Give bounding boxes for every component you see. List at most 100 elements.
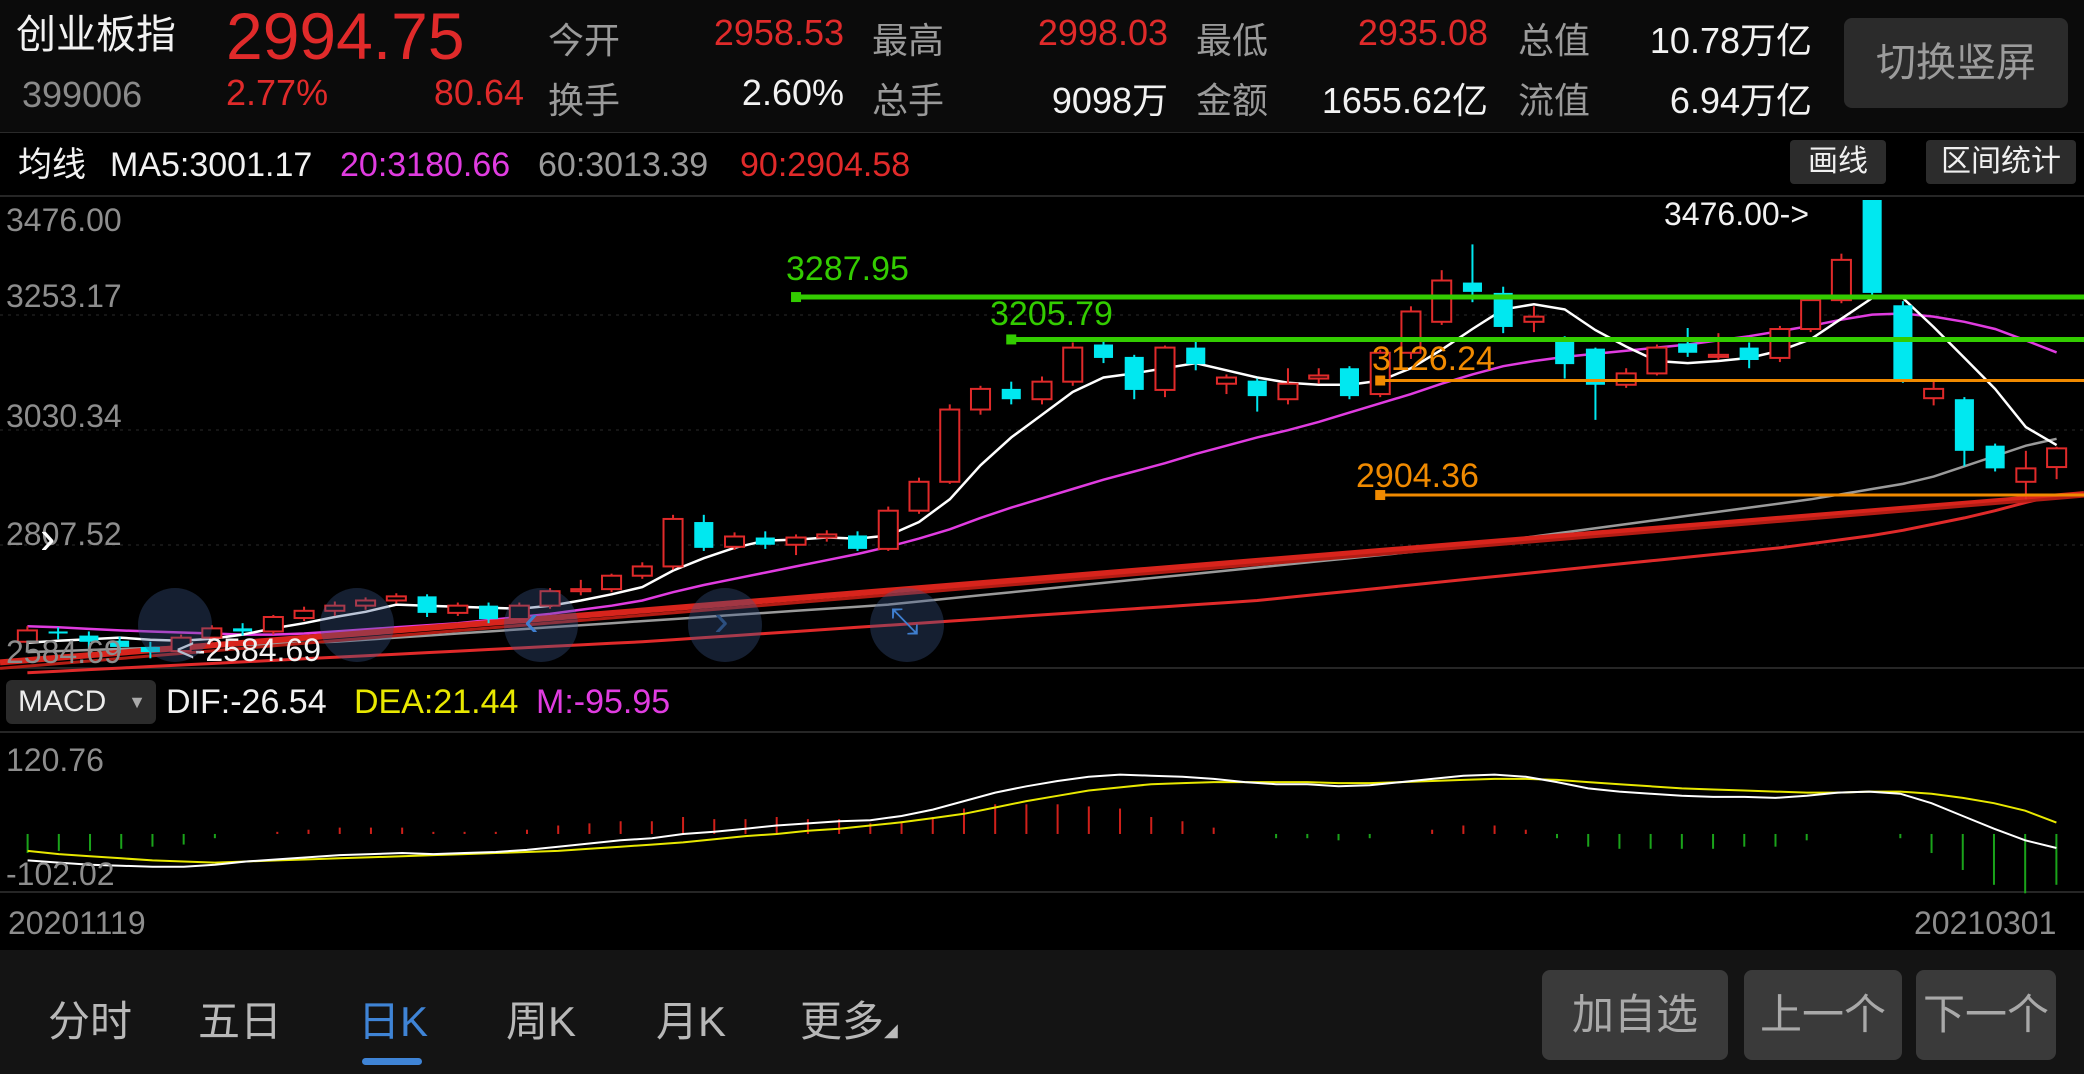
date-start: 20201119 (8, 905, 146, 941)
candle (1923, 379, 1945, 406)
candle-body-down (1985, 445, 2005, 469)
macd-dea-line (27, 777, 2057, 864)
candle-body-up (447, 604, 469, 614)
candle-body-up (1646, 346, 1668, 375)
candle-body-down (1093, 344, 1114, 358)
macd-dif-line (27, 773, 2057, 868)
candle-body-up (877, 509, 899, 550)
candle-body-up (1800, 299, 1822, 331)
candle-body-up (1277, 382, 1299, 401)
candle (908, 477, 930, 514)
candle-body-down (1247, 380, 1267, 397)
max-price-marker: 3476.00-> (1664, 196, 1810, 232)
expand-left-chevron-icon[interactable]: › (40, 510, 55, 564)
tab-daily-k[interactable]: 日K (358, 988, 428, 1049)
tab-monthly-k[interactable]: 月K (656, 988, 726, 1049)
next-button[interactable]: 下一个 (1916, 970, 2056, 1060)
line-handle (1006, 334, 1017, 345)
drawn-line-label: 2904.36 (1356, 457, 1479, 495)
pan-right-icon[interactable]: › (688, 588, 762, 662)
candle (570, 579, 592, 596)
candle (1555, 336, 1575, 379)
candle-body-up (1062, 346, 1084, 383)
candle (1062, 342, 1084, 386)
y-axis-label-max: 3476.00 (6, 202, 122, 238)
candle (724, 532, 746, 550)
candle (1339, 366, 1359, 400)
tab-five-day[interactable]: 五日 (198, 988, 282, 1049)
candle-body-up (939, 408, 961, 483)
candle (2046, 446, 2068, 480)
candle (1001, 381, 1021, 405)
candle (1862, 200, 1882, 296)
candle (1739, 342, 1759, 369)
candle (1462, 244, 1482, 303)
previous-button[interactable]: 上一个 (1744, 970, 1902, 1060)
y-axis-label: 2807.52 (6, 516, 122, 552)
drawn-line-label: 3205.79 (990, 295, 1113, 333)
candle-body-up (601, 574, 623, 591)
tab-intraday[interactable]: 分时 (48, 988, 132, 1049)
candle (385, 593, 407, 604)
candle (816, 530, 838, 542)
candle-body-up (293, 609, 315, 620)
candle-body-up (631, 565, 653, 577)
candle-body-down (233, 628, 253, 632)
indicator-selector[interactable]: MACD ▼ (6, 680, 156, 724)
candle (1277, 368, 1299, 405)
candle-body-up (724, 535, 746, 548)
candle (2015, 450, 2037, 500)
candle-body-up (385, 595, 407, 602)
candle (1523, 306, 1545, 333)
candle-body-up (1308, 374, 1330, 380)
add-watchlist-button[interactable]: 加自选 (1542, 970, 1728, 1060)
candle (1954, 397, 1974, 467)
kline-chart[interactable] (0, 0, 2084, 950)
candle-body-up (785, 536, 807, 546)
macd-dea: DEA:21.44 (354, 683, 519, 721)
macd-dif: DIF:-26.54 (166, 683, 327, 721)
candle-body-up (969, 387, 992, 411)
candle (1247, 378, 1267, 412)
candle-body-up (908, 480, 930, 512)
candle-body-down (1124, 356, 1144, 390)
candle (1031, 376, 1053, 405)
drawn-line-label: 3287.95 (786, 250, 909, 288)
candle (631, 562, 653, 579)
drawn-line-label: 3126.24 (1372, 340, 1495, 378)
candle-body-down (1186, 347, 1206, 365)
ma20-line (27, 312, 2058, 636)
candle (847, 531, 868, 551)
candle (417, 594, 437, 618)
candle (939, 404, 961, 484)
candle (1985, 443, 2005, 472)
macd-chart (26, 773, 2058, 894)
candle (755, 531, 775, 549)
candle (662, 514, 684, 570)
dropdown-icon: ▼ (128, 692, 146, 712)
macd-y-top: 120.76 (6, 742, 104, 778)
candle (694, 514, 714, 551)
candle-body-up (1431, 279, 1453, 323)
tab-more[interactable]: 更多◢ (800, 988, 898, 1049)
candle-body-up (262, 616, 284, 633)
tab-weekly-k[interactable]: 周K (506, 988, 576, 1049)
candle-body-up (1769, 328, 1791, 359)
candle (1493, 286, 1513, 334)
candle-body-up (1154, 346, 1176, 391)
pan-left-icon[interactable]: ‹ (504, 588, 578, 662)
candle (969, 385, 992, 415)
candle-body-up (2015, 467, 2037, 483)
zoom-out-icon[interactable] (320, 588, 394, 662)
y-axis-label-min: 2584.69 (6, 634, 122, 670)
candle-body-down (1893, 305, 1913, 380)
zoom-in-icon[interactable] (138, 588, 212, 662)
candle-body-down (417, 596, 437, 613)
collapse-icon[interactable]: ⤡ (870, 588, 944, 662)
candle (1215, 374, 1238, 395)
more-corner-icon: ◢ (884, 1020, 898, 1040)
candle-body-up (1707, 353, 1729, 358)
candle-body-down (755, 537, 775, 545)
y-axis-label: 3253.17 (6, 278, 122, 314)
candle (1800, 294, 1822, 333)
